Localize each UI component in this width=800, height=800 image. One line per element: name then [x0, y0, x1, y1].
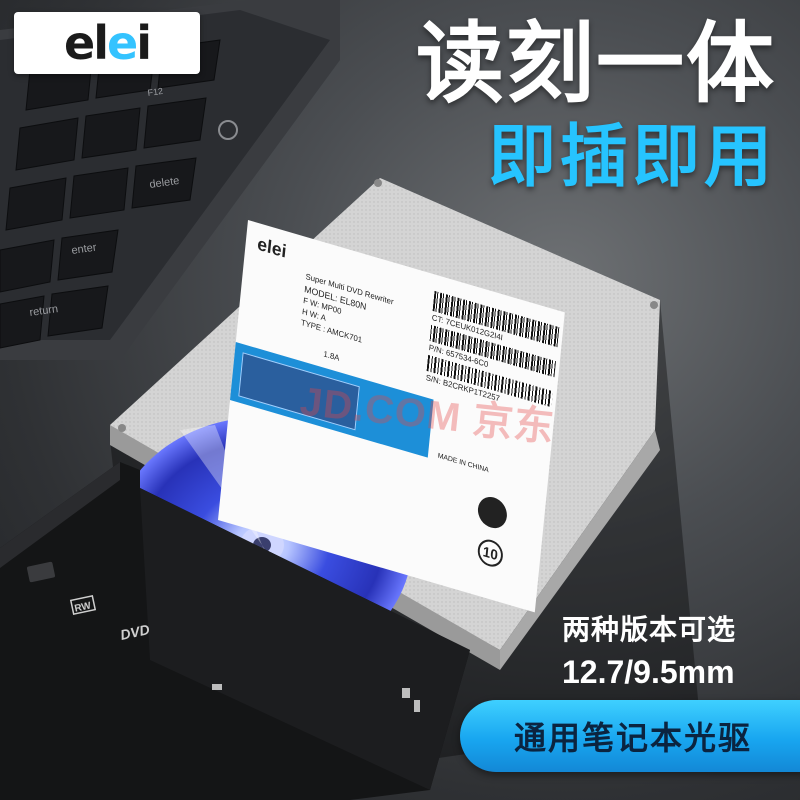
banner-text: 通用笔记本光驱 — [513, 719, 752, 757]
variant-info: 两种版本可选 12.7/9.5mm — [562, 608, 792, 691]
product-image: F12 delete enter return elei 读刻一体 即插即用 R… — [0, 0, 800, 800]
universal-banner: 通用笔记本光驱 — [460, 700, 800, 772]
variant-text: 两种版本可选 — [562, 613, 737, 646]
variant-sizes: 12.7/9.5mm — [562, 654, 735, 690]
